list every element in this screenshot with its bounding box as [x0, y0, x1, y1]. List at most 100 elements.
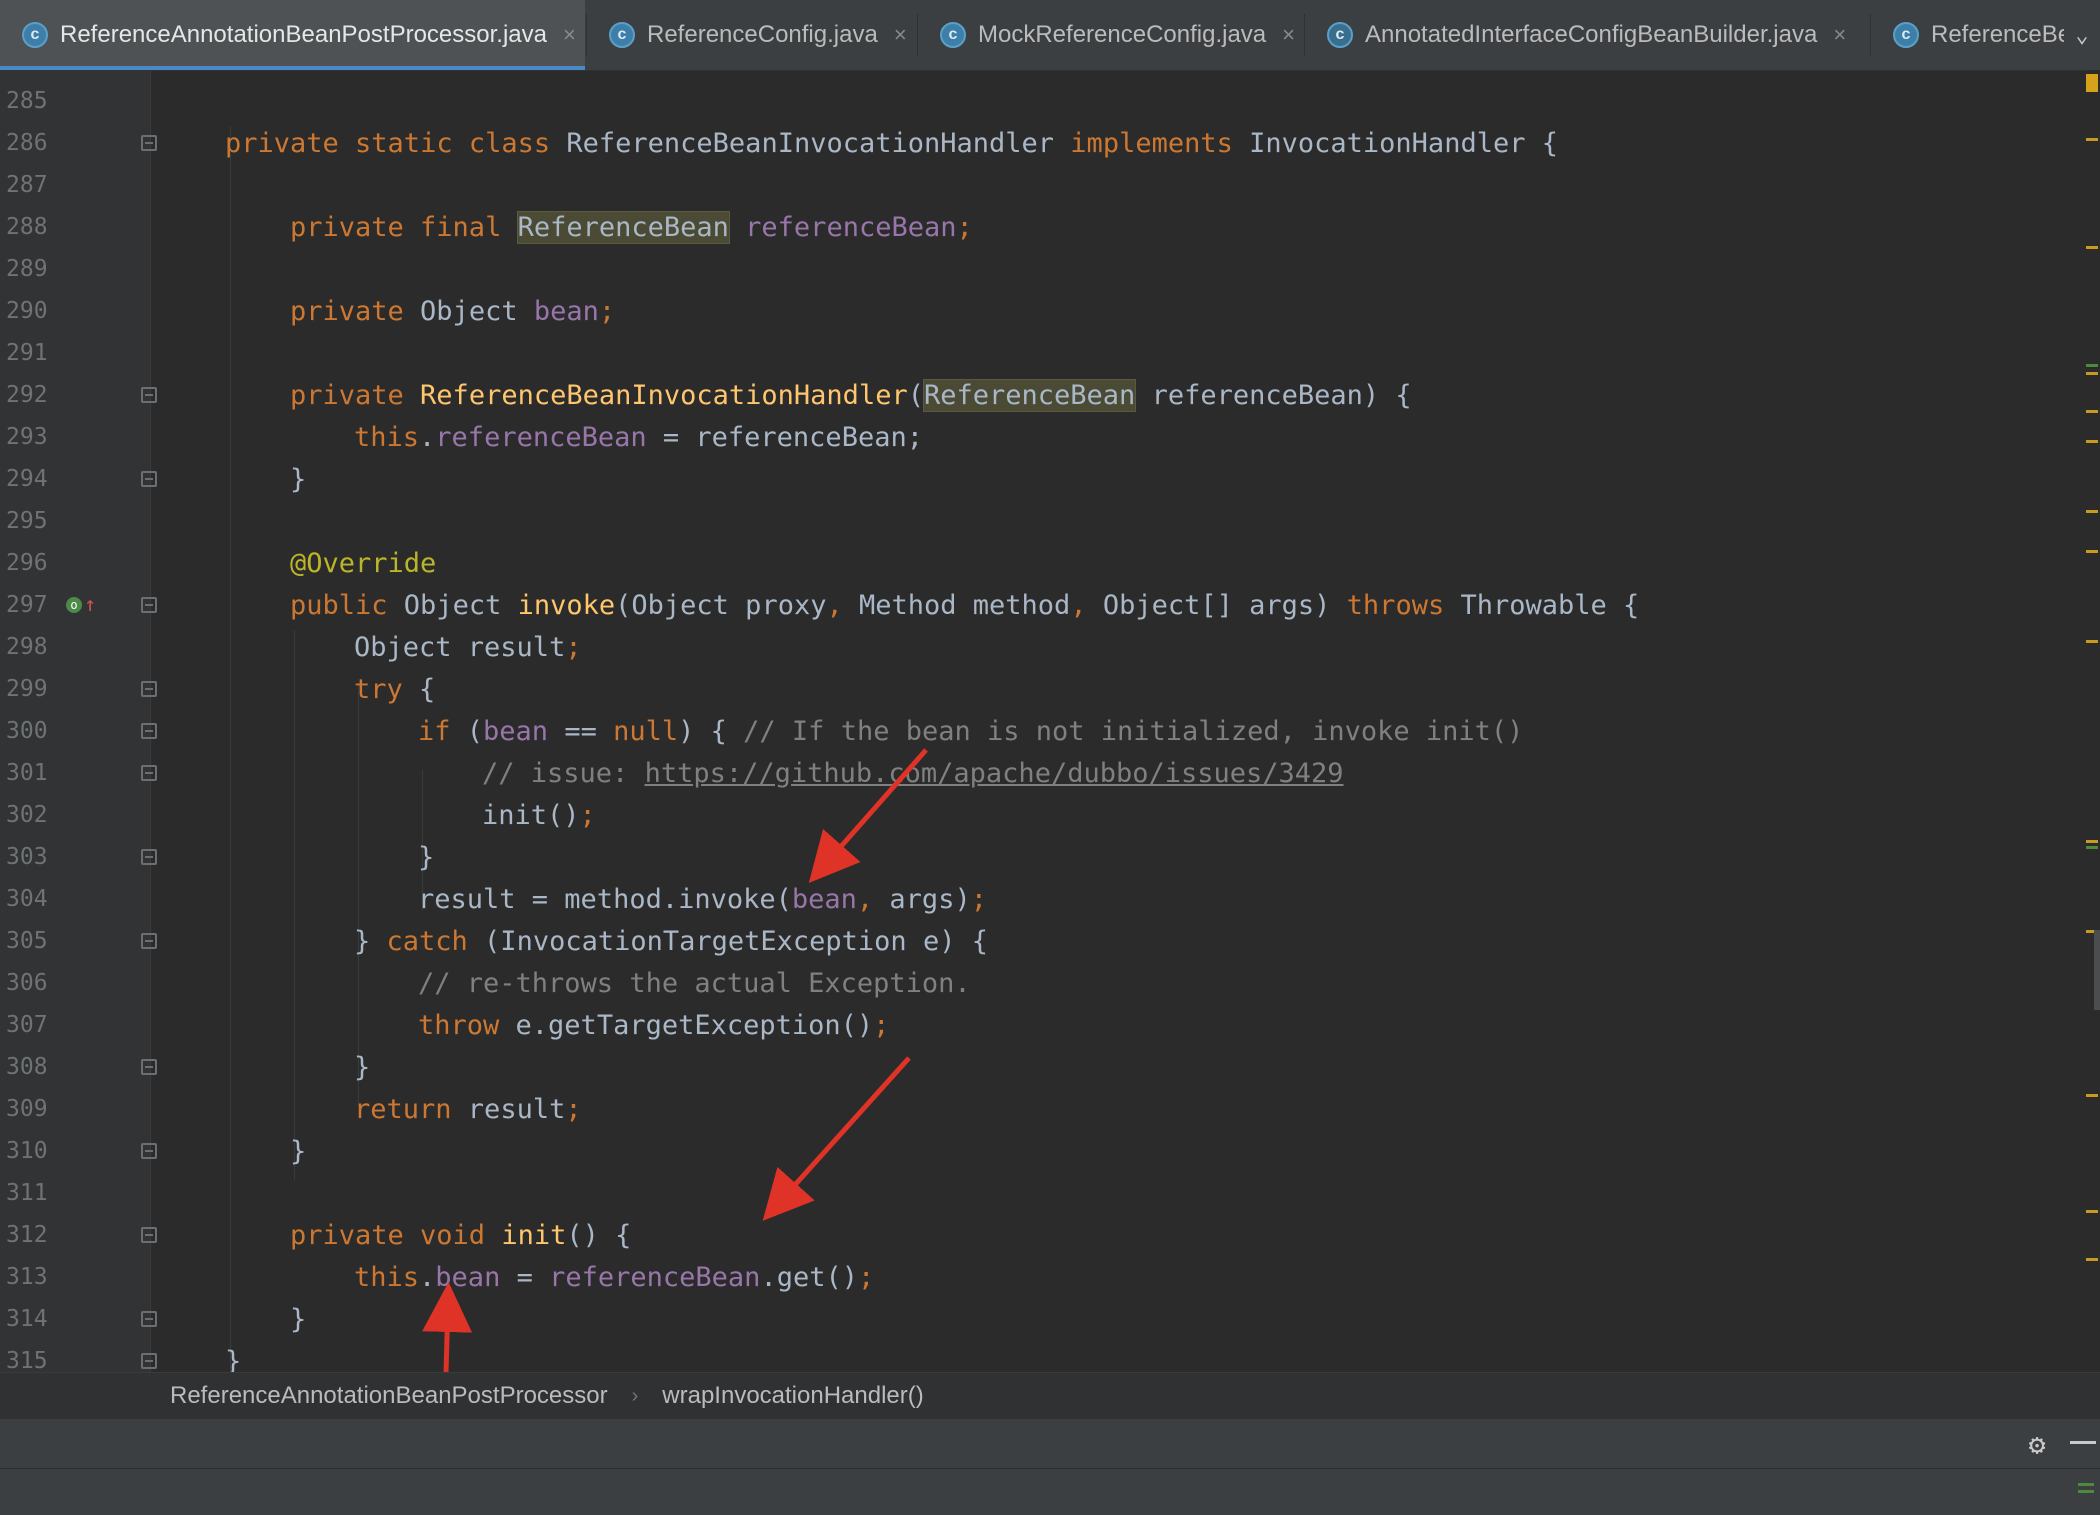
tab-label: AnnotatedInterfaceConfigBeanBuilder.java: [1365, 21, 1818, 48]
keyword: this: [354, 1261, 420, 1293]
code-text: private void init() {: [290, 1220, 631, 1251]
code-rest: {: [402, 673, 436, 705]
keyword: private static class: [225, 127, 567, 159]
code-text: private ReferenceBeanInvocationHandler(R…: [290, 378, 1412, 412]
code-text: }: [290, 1303, 307, 1335]
code-text: try {: [354, 674, 435, 705]
code-text: private final ReferenceBean referenceBea…: [290, 210, 973, 244]
fold-icon[interactable]: [141, 387, 157, 403]
code-rest: result: [451, 1093, 566, 1125]
field-name: bean: [483, 715, 549, 747]
code-rest: = referenceBean;: [646, 421, 923, 453]
code-line: 307 throw e.getTargetException();: [0, 1004, 2080, 1046]
tab-overflow-chevron-icon[interactable]: ⌄: [2064, 0, 2100, 70]
scroll-thumb[interactable]: [2094, 930, 2100, 1010]
editor-tab-bar: c ReferenceAnnotationBeanPostProcessor.j…: [0, 0, 2100, 71]
tab-label: ReferenceBea: [1931, 21, 2065, 48]
code-rest: Throwable {: [1444, 589, 1640, 621]
keyword: catch: [386, 925, 468, 957]
breadcrumb-method[interactable]: wrapInvocationHandler(): [656, 1382, 929, 1410]
code-line: 294 }: [0, 458, 2080, 500]
fold-icon[interactable]: [141, 135, 157, 151]
warning-marker[interactable]: [2086, 840, 2098, 843]
line-number: 312: [6, 1222, 48, 1248]
code-text: } catch (InvocationTargetException e) {: [354, 926, 988, 957]
field-name: referenceBean: [549, 1261, 761, 1293]
close-icon[interactable]: ×: [1282, 22, 1295, 48]
keyword: private: [290, 295, 421, 327]
change-marker[interactable]: [2086, 364, 2098, 367]
line-number: 303: [6, 844, 48, 870]
issue-link[interactable]: https://github.com/apache/dubbo/issues/3…: [645, 758, 1344, 789]
code-punct: ,: [856, 883, 890, 915]
warning-marker[interactable]: [2086, 410, 2098, 413]
fold-icon[interactable]: [141, 597, 157, 613]
fold-end-icon[interactable]: [141, 765, 157, 781]
fold-end-icon[interactable]: [141, 1143, 157, 1159]
fold-icon[interactable]: [141, 1227, 157, 1243]
up-arrow-icon[interactable]: ↑: [84, 592, 96, 616]
code-punct: {: [1525, 127, 1558, 159]
gear-icon[interactable]: ⚙: [2022, 1428, 2052, 1461]
warning-marker[interactable]: [2086, 1094, 2098, 1097]
line-number: 314: [6, 1306, 48, 1332]
code-line: 304 result = method.invoke(bean, args);: [0, 878, 2080, 920]
warning-marker[interactable]: [2086, 246, 2098, 249]
code-text: Object result;: [354, 632, 582, 663]
warning-marker[interactable]: [2086, 640, 2098, 643]
highlighted-type: ReferenceBean: [516, 210, 730, 244]
tab-annotated-interface-config-bean-builder[interactable]: c AnnotatedInterfaceConfigBeanBuilder.ja…: [1305, 0, 1870, 70]
equals-icon[interactable]: [2078, 1483, 2094, 1486]
warning-marker[interactable]: [2086, 1210, 2098, 1213]
code-punct: ;: [579, 799, 596, 831]
fold-end-icon[interactable]: [141, 1059, 157, 1075]
field-name: bean: [435, 1261, 501, 1293]
tab-reference-bean[interactable]: c ReferenceBea: [1871, 0, 2065, 70]
code-text: result = method.invoke(bean, args);: [418, 884, 987, 915]
fold-end-icon[interactable]: [141, 471, 157, 487]
close-icon[interactable]: ×: [563, 22, 576, 48]
fold-end-icon[interactable]: [141, 849, 157, 865]
keyword: private: [290, 379, 421, 411]
line-number: 286: [6, 130, 48, 156]
field-name: referenceBean: [728, 211, 957, 243]
minus-icon[interactable]: [2070, 1441, 2096, 1444]
fold-end-icon[interactable]: [141, 1353, 157, 1369]
error-stripe[interactable]: [2086, 70, 2100, 1372]
keyword: return: [354, 1093, 452, 1125]
code-line: 308 }: [0, 1046, 2080, 1088]
fold-icon[interactable]: [141, 933, 157, 949]
implements-method-icon[interactable]: o: [66, 597, 82, 613]
warning-marker[interactable]: [2086, 74, 2098, 92]
code-line: 314 }: [0, 1298, 2080, 1340]
warning-marker[interactable]: [2086, 440, 2098, 443]
line-number: 313: [6, 1264, 48, 1290]
tab-mock-reference-config[interactable]: c MockReferenceConfig.java ×: [918, 0, 1303, 70]
code-rest: referenceBean) {: [1135, 379, 1412, 411]
code-line: 288 private final ReferenceBean referenc…: [0, 206, 2080, 248]
tab-reference-annotation-bean-post-processor[interactable]: c ReferenceAnnotationBeanPostProcessor.j…: [0, 0, 585, 70]
fold-icon[interactable]: [141, 723, 157, 739]
code-line: 292 private ReferenceBeanInvocationHandl…: [0, 374, 2080, 416]
tab-reference-config[interactable]: c ReferenceConfig.java ×: [587, 0, 916, 70]
code-punct: ;: [598, 295, 616, 327]
warning-marker[interactable]: [2086, 372, 2098, 375]
code-text: }: [354, 1051, 371, 1083]
code-editor[interactable]: 285 286 private static class ReferenceBe…: [0, 70, 2086, 1372]
change-marker[interactable]: [2086, 846, 2098, 849]
class-icon: c: [940, 22, 966, 48]
keyword: private final: [290, 211, 518, 243]
breadcrumb-class[interactable]: ReferenceAnnotationBeanPostProcessor: [164, 1382, 614, 1410]
code-line: 302 init();: [0, 794, 2080, 836]
warning-marker[interactable]: [2086, 510, 2098, 513]
close-icon[interactable]: ×: [894, 22, 907, 48]
code-line: 306 // re-throws the actual Exception.: [0, 962, 2080, 1004]
close-icon[interactable]: ×: [1833, 22, 1846, 48]
fold-end-icon[interactable]: [141, 1311, 157, 1327]
warning-marker[interactable]: [2086, 138, 2098, 141]
code-text: if (bean == null) { // If the bean is no…: [418, 716, 1523, 747]
warning-marker[interactable]: [2086, 550, 2098, 553]
fold-icon[interactable]: [141, 681, 157, 697]
warning-marker[interactable]: [2086, 1258, 2098, 1261]
code-line: 295: [0, 500, 2080, 542]
